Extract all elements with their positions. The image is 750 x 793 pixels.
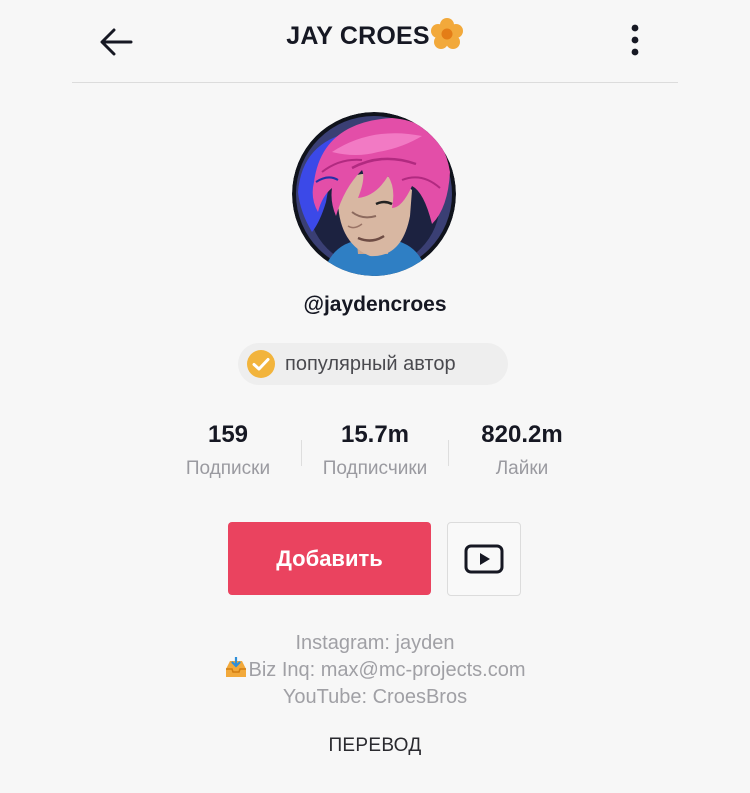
vertical-dots-icon bbox=[631, 24, 639, 56]
add-button[interactable]: Добавить bbox=[228, 522, 431, 595]
bio-line-youtube: YouTube: CroesBros bbox=[282, 686, 468, 708]
username: @jaydencroes bbox=[303, 293, 447, 316]
stat-label: Подписки bbox=[185, 458, 271, 479]
stat-value: 820.2m bbox=[481, 421, 563, 448]
popular-creator-badge[interactable]: популярный автор bbox=[238, 343, 508, 385]
stat-label: Лайки bbox=[495, 458, 549, 479]
avatar[interactable] bbox=[292, 112, 456, 276]
stat-divider bbox=[448, 440, 449, 466]
page-title-wrap: JAY CROES bbox=[72, 18, 678, 54]
stat-following[interactable]: 159 Подписки bbox=[168, 418, 288, 480]
bio: Instagram: jayden Biz Inq: max@mc-projec… bbox=[0, 630, 750, 711]
check-circle-icon bbox=[247, 350, 275, 378]
youtube-button[interactable] bbox=[447, 522, 521, 596]
stat-value: 159 bbox=[207, 421, 249, 448]
bio-line-business: Biz Inq: max@mc-projects.com bbox=[0, 656, 750, 684]
avatar-illustration bbox=[292, 112, 456, 276]
stat-value: 15.7m bbox=[340, 421, 410, 448]
stat-likes[interactable]: 820.2m Лайки bbox=[462, 418, 582, 480]
stats-row: 159 Подписки 15.7m Подписчики 820.2m Лай… bbox=[0, 418, 750, 488]
bio-business-text: Biz Inq: max@mc-projects.com bbox=[248, 659, 526, 681]
translate-link[interactable]: ПЕРЕВОД bbox=[0, 735, 750, 757]
header-bar: JAY CROES bbox=[72, 0, 678, 83]
bio-line-instagram: Instagram: jayden bbox=[295, 632, 455, 654]
youtube-play-icon bbox=[464, 544, 504, 574]
profile-screen: JAY CROES @jaydencroes популярный автор … bbox=[0, 0, 750, 793]
inbox-tray-icon bbox=[226, 656, 247, 677]
stat-label: Подписчики bbox=[322, 458, 428, 479]
more-options-button[interactable] bbox=[620, 20, 650, 60]
badge-label: популярный автор bbox=[285, 352, 456, 375]
orange-flower-icon bbox=[430, 18, 463, 49]
stat-followers[interactable]: 15.7m Подписчики bbox=[306, 418, 444, 480]
stat-divider bbox=[301, 440, 302, 466]
page-title: JAY CROES bbox=[286, 22, 430, 50]
